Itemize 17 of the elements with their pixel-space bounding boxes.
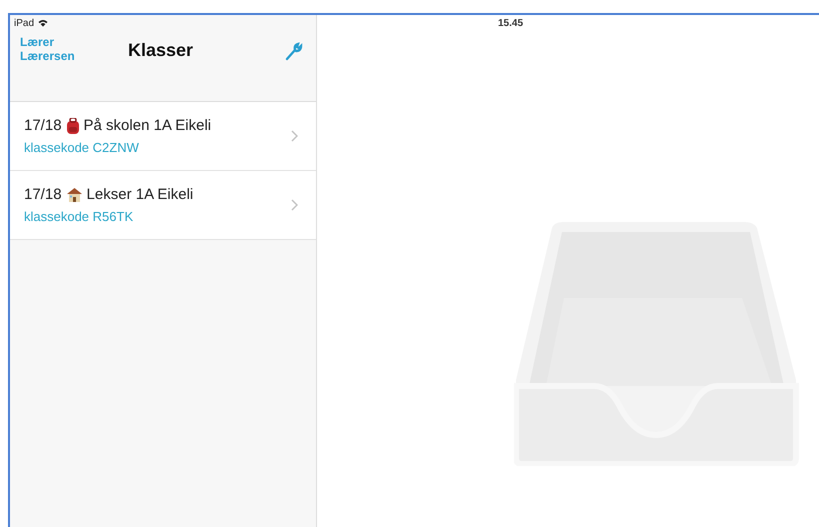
wifi-icon (38, 19, 48, 27)
wrench-button[interactable] (284, 41, 304, 61)
class-year: 17/18 (24, 117, 62, 134)
clock-time: 15.45 (498, 18, 524, 29)
class-row[interactable]: 17/18 Lekser 1A Eikeli klassekode R56TK (10, 171, 316, 240)
class-code: klassekode C2ZNW (24, 140, 140, 155)
class-name: På skolen 1A Eikeli (84, 117, 212, 134)
class-year: 17/18 (24, 186, 62, 203)
class-name: Lekser 1A Eikeli (86, 186, 194, 203)
chevron-icon (291, 130, 298, 142)
chevron-icon (291, 199, 298, 211)
nav-title: Klasser (128, 40, 194, 61)
class-code: klassekode R56TK (24, 209, 134, 224)
backpack-icon (66, 118, 80, 134)
class-row[interactable]: 17/18 På skolen 1A Eikeli klassekode C2ZNW (10, 102, 316, 171)
device-name: iPad (14, 18, 34, 28)
house-icon (66, 187, 83, 202)
